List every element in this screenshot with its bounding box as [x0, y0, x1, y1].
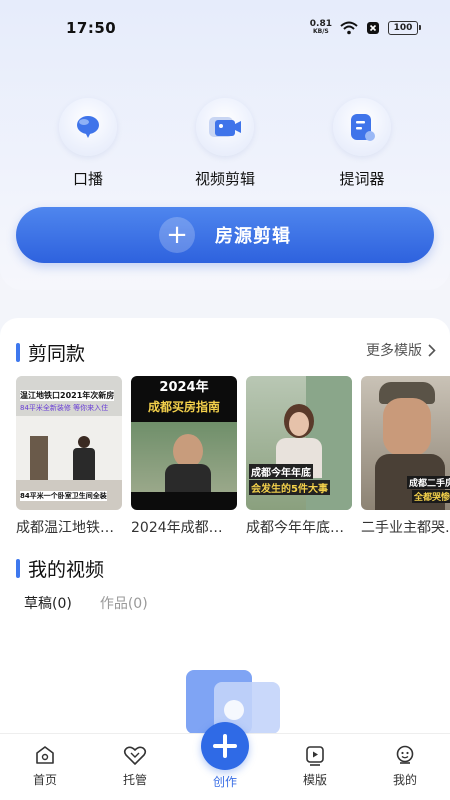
tool-teleprompter[interactable]: 提词器 — [312, 98, 412, 189]
template-overlay-text: 全都哭惨了 — [411, 490, 450, 503]
template-overlay-text: 2024年 — [159, 380, 209, 395]
create-fab-button[interactable] — [201, 722, 249, 770]
template-title: 2024年成都… — [131, 520, 223, 536]
video-camera-icon — [196, 98, 254, 156]
nav-label: 创作 — [212, 775, 237, 789]
nav-item-create[interactable]: 创作 — [195, 768, 255, 790]
templates-section-title: 剪同款 — [28, 343, 86, 365]
tool-video-edit[interactable]: 视频剪辑 — [175, 98, 275, 189]
template-overlay-text: 成都二手房东 — [406, 476, 450, 489]
nav-item-managed[interactable]: 托管 — [105, 744, 165, 788]
template-overlay-text: 成都买房指南 — [147, 400, 220, 414]
nav-label: 我的 — [392, 773, 417, 787]
template-title: 成都温江地铁… — [16, 520, 114, 536]
tab-drafts[interactable]: 草稿(0) — [24, 593, 72, 613]
tab-works[interactable]: 作品(0) — [100, 593, 148, 613]
template-thumbnail: 成都二手房东 全都哭惨了 — [361, 376, 450, 510]
sim-off-icon — [367, 22, 379, 34]
videos-section-title: 我的视频 — [28, 559, 105, 581]
template-title: 二手业主都哭… — [361, 520, 450, 536]
template-card[interactable]: 2024年 成都买房指南 2024年成都… — [131, 376, 237, 536]
section-accent-bar — [16, 559, 20, 578]
nav-item-templates[interactable]: 模版 — [285, 744, 345, 788]
status-indicators: 0.81 KB/S 100 — [309, 19, 421, 36]
template-overlay-text: 84平米一个卧室卫生间全装 — [20, 491, 107, 501]
nav-label: 首页 — [32, 773, 57, 787]
tool-label: 视频剪辑 — [194, 170, 255, 188]
property-edit-button[interactable]: + 房源剪辑 — [16, 207, 434, 263]
section-accent-bar — [16, 343, 20, 362]
nav-item-profile[interactable]: 我的 — [375, 744, 435, 788]
template-card[interactable]: 成都二手房东 全都哭惨了 二手业主都哭… — [361, 376, 450, 536]
handshake-icon — [123, 746, 147, 765]
template-title: 成都今年年底… — [246, 520, 344, 536]
chevron-right-icon — [428, 343, 436, 357]
nav-label: 托管 — [122, 773, 147, 787]
wifi-icon — [340, 21, 358, 35]
status-bar: 17:50 0.81 KB/S 100 — [0, 0, 450, 56]
plus-icon: + — [159, 217, 195, 253]
battery-indicator: 100 — [388, 21, 421, 35]
status-time: 17:50 — [66, 19, 117, 37]
template-carousel: 温江地铁口2021年次新房 84平米全新装修 等你来入住 84平米一个卧室卫生间… — [16, 376, 450, 536]
mic-bubble-icon — [59, 98, 117, 156]
templates-section-header: 剪同款 — [16, 339, 85, 366]
template-overlay-text: 温江地铁口2021年次新房 — [20, 390, 115, 401]
template-card[interactable]: 温江地铁口2021年次新房 84平米全新装修 等你来入住 84平米一个卧室卫生间… — [16, 376, 122, 536]
nav-label: 模版 — [302, 773, 327, 787]
template-card[interactable]: 成都今年年底 会发生的5件大事 成都今年年底… — [246, 376, 352, 536]
videos-section-header: 我的视频 — [16, 555, 104, 582]
template-thumbnail: 温江地铁口2021年次新房 84平米全新装修 等你来入住 84平米一个卧室卫生间… — [16, 376, 122, 510]
tool-koubo[interactable]: 口播 — [38, 98, 138, 189]
teleprompter-icon — [333, 98, 391, 156]
template-overlay-text: 成都今年年底 — [249, 464, 313, 479]
nav-item-home[interactable]: 首页 — [15, 744, 75, 788]
property-edit-label: 房源剪辑 — [215, 226, 291, 247]
video-tabs: 草稿(0) 作品(0) — [24, 593, 148, 613]
home-icon — [36, 746, 54, 764]
tool-label: 提词器 — [339, 170, 385, 188]
tool-row: 口播 视频剪辑 提词器 — [0, 98, 450, 188]
template-play-icon — [306, 746, 324, 766]
template-overlay-text: 84平米全新装修 等你来入住 — [20, 404, 109, 412]
template-thumbnail: 2024年 成都买房指南 — [131, 376, 237, 510]
network-speed: 0.81 KB/S — [309, 19, 332, 36]
template-overlay-text: 会发生的5件大事 — [249, 480, 330, 495]
more-templates-link[interactable]: 更多模版 — [366, 340, 436, 360]
create-plus-icon — [213, 734, 237, 758]
profile-icon — [396, 745, 414, 764]
tool-label: 口播 — [72, 170, 103, 188]
template-thumbnail: 成都今年年底 会发生的5件大事 — [246, 376, 352, 510]
